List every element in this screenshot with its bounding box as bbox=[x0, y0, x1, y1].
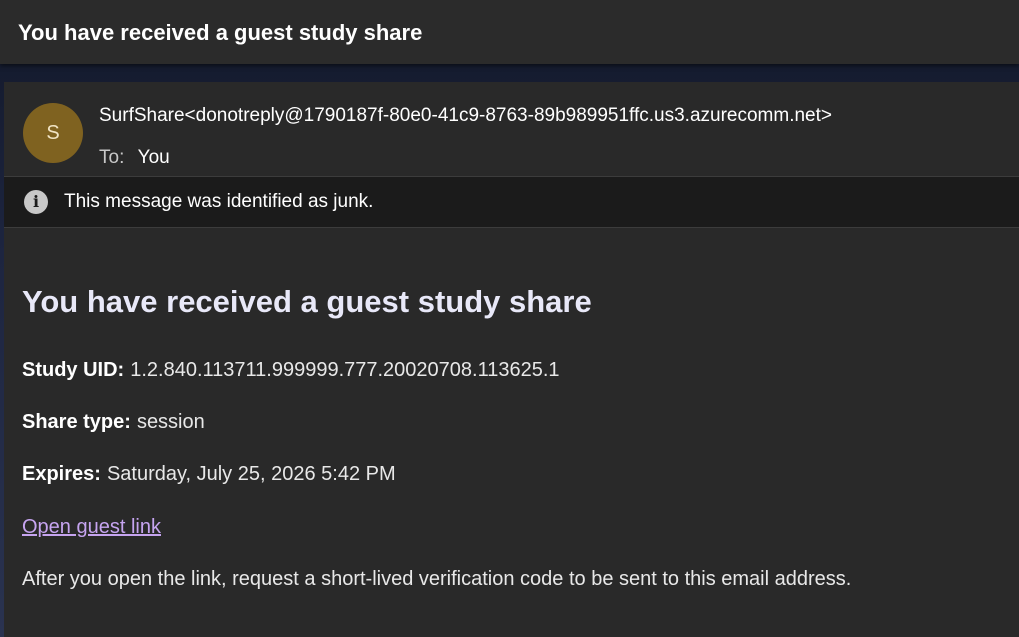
field-value: 1.2.840.113711.999999.777.20020708.11362… bbox=[130, 359, 560, 381]
email-subject: You have received a guest study share bbox=[18, 20, 423, 45]
to-label: To: bbox=[99, 147, 125, 168]
open-guest-link[interactable]: Open guest link bbox=[22, 514, 161, 540]
recipient-line: To: You bbox=[99, 146, 170, 170]
field-label: Share type: bbox=[22, 411, 131, 433]
field-value: session bbox=[136, 411, 205, 433]
junk-notice-bar: i This message was identified as junk. bbox=[4, 176, 1019, 228]
recipient-name[interactable]: You bbox=[138, 147, 170, 168]
body-heading: You have received a guest study share bbox=[22, 284, 592, 319]
sender-avatar[interactable]: S bbox=[23, 103, 83, 163]
email-reading-pane: You have received a guest study share S … bbox=[0, 0, 1019, 637]
email-message-card: S SurfShare<donotreply@1790187f-80e0-41c… bbox=[4, 82, 1019, 637]
sender-address[interactable]: SurfShare<donotreply@1790187f-80e0-41c9-… bbox=[99, 104, 832, 128]
info-icon: i bbox=[24, 190, 48, 214]
body-note: After you open the link, request a short… bbox=[22, 568, 852, 590]
field-value: Saturday, July 25, 2026 5:42 PM bbox=[106, 463, 396, 485]
field-label: Expires: bbox=[22, 463, 101, 485]
study-uid-field: Study UID: 1.2.840.113711.999999.777.2002… bbox=[22, 357, 560, 383]
expires-field: Expires: Saturday, July 25, 2026 5:42 PM bbox=[22, 461, 396, 487]
share-type-field: Share type: session bbox=[22, 409, 205, 435]
field-label: Study UID: bbox=[22, 359, 125, 381]
junk-notice-text: This message was identified as junk. bbox=[64, 191, 374, 212]
subject-header: You have received a guest study share bbox=[0, 0, 1019, 64]
